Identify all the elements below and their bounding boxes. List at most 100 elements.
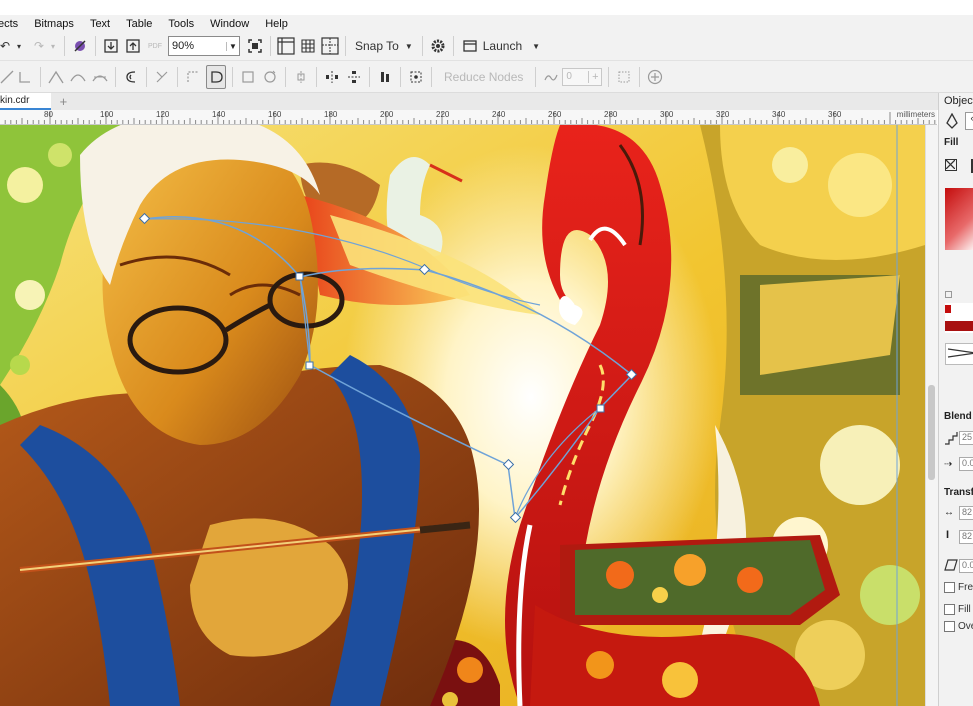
overprint-option[interactable]: Ove <box>944 621 973 632</box>
fill-color-preview[interactable] <box>945 188 973 250</box>
undo-dropdown-icon[interactable]: ▾ <box>14 35 24 57</box>
separator <box>146 66 147 87</box>
menu-help[interactable]: Help <box>257 18 296 30</box>
no-fill-icon[interactable] <box>945 159 957 171</box>
menu-bitmaps[interactable]: Bitmaps <box>26 18 82 30</box>
ruler-tick-label: 360 <box>828 110 842 119</box>
ruler-tick-label: 260 <box>548 110 562 119</box>
mirror-vertical-icon[interactable] <box>345 66 363 88</box>
options-gear-icon[interactable] <box>429 35 447 57</box>
symmetrical-node-icon[interactable] <box>91 66 109 88</box>
separator <box>316 66 317 87</box>
gradient-bar <box>945 321 973 331</box>
cusp-node-icon[interactable] <box>47 66 65 88</box>
new-tab-plus-icon[interactable]: + <box>55 93 71 110</box>
pen-icon[interactable] <box>945 112 959 132</box>
ruler-tick-label: 180 <box>324 110 338 119</box>
drawing-canvas[interactable] <box>0 125 925 706</box>
menu-window[interactable]: Window <box>202 18 257 30</box>
fill-section-label: Fill <box>944 137 959 148</box>
plus-icon[interactable]: + <box>588 70 601 83</box>
overprint-checkbox[interactable] <box>944 621 955 632</box>
select-nodes-icon[interactable] <box>615 66 633 88</box>
show-rulers-icon[interactable] <box>277 35 295 57</box>
mirror-horizontal-icon[interactable] <box>323 66 341 88</box>
rotate-nodes-icon[interactable] <box>261 66 279 88</box>
fill-option[interactable]: Fill <box>944 604 971 615</box>
redo-icon[interactable]: ↷ <box>30 35 48 57</box>
add-tool-icon[interactable] <box>646 66 664 88</box>
blend-steps-icon <box>944 431 958 448</box>
separator <box>270 36 271 56</box>
snap-to-button[interactable]: Snap To ▼ <box>352 35 416 57</box>
vertical-scrollbar[interactable] <box>925 125 938 706</box>
gradient-strip[interactable] <box>945 303 973 333</box>
curve-to-line-icon[interactable] <box>0 66 16 88</box>
menu-tools[interactable]: Tools <box>160 18 202 30</box>
show-grid-icon[interactable] <box>299 35 317 57</box>
transform-width-field[interactable]: 82 <box>959 506 973 520</box>
ruler-unit: millimeters <box>896 110 935 119</box>
undo-icon[interactable]: ↶ <box>0 35 14 57</box>
chevron-down-icon: ▼ <box>532 41 541 51</box>
redo-dropdown-icon[interactable]: ▾ <box>48 35 58 57</box>
separator <box>285 66 286 87</box>
full-screen-preview-icon[interactable] <box>246 35 264 57</box>
skew-field[interactable]: 0.0 <box>959 559 973 573</box>
chevron-down-icon[interactable]: ▼ <box>226 41 239 51</box>
break-curve-icon[interactable] <box>184 66 202 88</box>
width-icon: ↔ <box>944 507 954 518</box>
gradient-stop[interactable] <box>945 305 951 313</box>
ruler-tick-label: 240 <box>492 110 506 119</box>
ruler-ticks <box>4 112 936 124</box>
zoom-level-value[interactable]: 90% <box>169 40 226 52</box>
reduce-nodes-button[interactable]: Reduce Nodes <box>438 66 529 88</box>
ruler-tick-label: 320 <box>716 110 730 119</box>
chevron-left-icon[interactable]: ‹ <box>965 112 973 130</box>
separator <box>369 66 370 87</box>
show-guidelines-icon[interactable] <box>321 35 339 57</box>
blend-section-label: Blend <box>944 411 972 422</box>
gradient-node-marker[interactable] <box>945 291 952 298</box>
ruler-tick-label: 120 <box>156 110 170 119</box>
menu-table[interactable]: Table <box>118 18 160 30</box>
menu-text[interactable]: Text <box>82 18 118 30</box>
close-curve-icon[interactable] <box>206 64 226 89</box>
blend-spacing-field[interactable]: 0.0 <box>959 457 973 471</box>
freeze-label: Free <box>958 582 973 594</box>
stretch-nodes-icon[interactable] <box>239 66 257 88</box>
document-tab[interactable]: kin.cdr <box>0 93 52 110</box>
blend-steps-field[interactable]: 25 <box>959 431 973 445</box>
docker-title: Object <box>944 95 973 107</box>
curve-smoothness-value[interactable]: 0 <box>563 71 588 82</box>
freeze-option[interactable]: Free <box>944 582 973 593</box>
ruler-tick-label: 200 <box>380 110 394 119</box>
extend-curve-to-close-icon[interactable] <box>153 66 171 88</box>
smooth-node-icon[interactable] <box>69 66 87 88</box>
ruler-tick-label: 280 <box>604 110 618 119</box>
publish-pdf-icon[interactable]: PDF <box>146 35 164 57</box>
menu-objects[interactable]: ects <box>0 18 26 30</box>
freeze-checkbox[interactable] <box>944 582 955 593</box>
line-to-curve-icon[interactable] <box>16 66 34 88</box>
select-all-nodes-icon[interactable] <box>407 66 425 88</box>
search-content-icon[interactable] <box>71 35 89 57</box>
fill-checkbox[interactable] <box>944 604 955 615</box>
import-icon[interactable] <box>102 35 120 57</box>
height-icon: I <box>946 529 950 541</box>
export-icon[interactable] <box>124 35 142 57</box>
align-nodes-icon[interactable] <box>292 66 310 88</box>
transform-height-field[interactable]: 82 <box>959 530 973 544</box>
ruler-tick-label: 100 <box>100 110 114 119</box>
standard-toolbar: ↶ ▾ ↷ ▾ PDF 90% ▼ Snap To ▼ Launch ▼ <box>0 32 973 61</box>
horizontal-ruler[interactable]: 80 100 120 140 160 180 200 220 240 260 280 300 320 34… <box>0 110 937 125</box>
zoom-level-combo[interactable]: 90% ▼ <box>168 36 240 56</box>
launch-label: Launch <box>482 39 523 53</box>
ruler-tick-label: 160 <box>268 110 282 119</box>
elastic-mode-icon[interactable] <box>376 66 394 88</box>
reverse-direction-icon[interactable] <box>122 66 140 88</box>
curve-smoothness-field[interactable]: 0 + <box>562 67 603 86</box>
scrollbar-thumb[interactable] <box>928 385 935 480</box>
launch-button[interactable]: Launch ▼ <box>460 35 543 57</box>
gradient-type-preview[interactable] <box>945 343 973 365</box>
